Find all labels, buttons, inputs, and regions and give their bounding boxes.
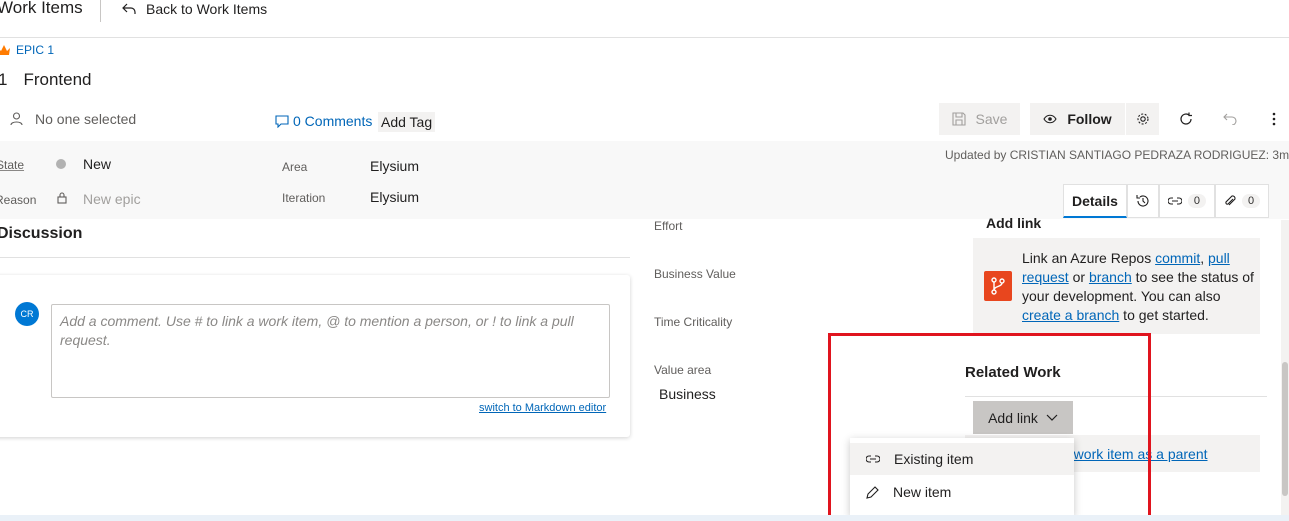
lock-icon [57, 192, 67, 204]
tab-details[interactable]: Details [1063, 184, 1127, 218]
paperclip-icon [1225, 195, 1236, 206]
avatar: CR [15, 302, 39, 326]
value-area-dropdown[interactable]: Business [659, 386, 716, 402]
work-item-tabs: Details 0 0 [1063, 184, 1270, 218]
refresh-button[interactable] [1172, 103, 1200, 135]
reason-value: New epic [83, 191, 141, 207]
tab-attachments[interactable]: 0 [1215, 184, 1270, 218]
area-dropdown[interactable]: Elysium [370, 158, 419, 174]
attachments-count-badge: 0 [1242, 194, 1261, 208]
divider [0, 257, 630, 258]
page-title: Work Items [0, 0, 83, 17]
more-actions-button[interactable] [1260, 103, 1288, 135]
development-description: Link an Azure Repos commit, pull request… [1022, 249, 1258, 325]
time-criticality-label: Time Criticality [654, 315, 733, 329]
save-icon [951, 112, 966, 126]
updated-by-text: Updated by CRISTIAN SANTIAGO PEDRAZA ROD… [945, 148, 1289, 162]
work-item-title[interactable]: 1 Frontend [0, 70, 92, 90]
refresh-icon [1180, 112, 1192, 125]
comment-input[interactable]: Add a comment. Use # to link a work item… [51, 304, 610, 398]
follow-label: Follow [1067, 111, 1112, 127]
switch-markdown-link[interactable]: switch to Markdown editor [479, 402, 606, 414]
undo-button[interactable] [1216, 103, 1244, 135]
state-dropdown[interactable]: New [83, 156, 111, 172]
tab-history[interactable] [1126, 184, 1159, 218]
more-vertical-icon [1272, 112, 1276, 126]
commit-link[interactable]: commit [1155, 250, 1200, 266]
assigned-to-field[interactable]: No one selected [10, 111, 136, 127]
history-icon [1136, 195, 1149, 207]
repos-icon [984, 271, 1012, 301]
comments-count: 0 Comments [293, 113, 373, 129]
links-count-badge: 0 [1187, 194, 1207, 208]
add-tag-button[interactable]: Add Tag [378, 112, 436, 132]
link-icon [1167, 197, 1182, 205]
value-area-label: Value area [654, 363, 712, 377]
work-item-type[interactable]: EPIC 1 [0, 43, 54, 57]
person-icon [10, 112, 23, 126]
work-item-title-text: Frontend [23, 70, 92, 89]
follow-settings-button[interactable] [1125, 103, 1159, 135]
iteration-dropdown[interactable]: Elysium [370, 189, 419, 205]
effort-label: Effort [654, 219, 683, 233]
back-to-work-items-link[interactable]: Back to Work Items [122, 1, 267, 17]
reason-label: Reason [0, 193, 37, 207]
assigned-to-value: No one selected [35, 111, 137, 127]
work-item-id: 1 [0, 70, 8, 89]
undo-icon [1223, 113, 1237, 125]
dev-text: , [1200, 250, 1208, 266]
comments-link[interactable]: 0 Comments [275, 113, 372, 129]
bottom-edge [0, 515, 1289, 521]
divider [100, 0, 101, 22]
back-arrow-icon [122, 3, 136, 14]
dev-text: Link an Azure Repos [1022, 250, 1156, 266]
follow-button[interactable]: Follow [1030, 103, 1125, 135]
back-label: Back to Work Items [146, 1, 268, 17]
area-label: Area [282, 160, 308, 174]
work-item-type-label: EPIC 1 [16, 43, 55, 57]
highlight-box [828, 333, 1151, 519]
tab-links[interactable]: 0 [1158, 184, 1216, 218]
development-add-link[interactable]: Add link [986, 215, 1041, 231]
scrollbar-thumb[interactable] [1282, 362, 1288, 496]
branch-link[interactable]: branch [1089, 269, 1132, 285]
create-branch-link[interactable]: create a branch [1022, 307, 1119, 323]
crown-icon [0, 44, 10, 55]
gear-icon [1136, 113, 1149, 125]
dev-text: or [1068, 269, 1089, 285]
state-dot-icon [56, 159, 66, 169]
state-label: State [0, 158, 25, 172]
save-label: Save [975, 111, 1008, 127]
dev-text: to get started. [1119, 307, 1209, 323]
comment-icon [275, 114, 289, 128]
save-button[interactable]: Save [939, 103, 1020, 135]
iteration-label: Iteration [282, 191, 326, 205]
eye-icon [1043, 114, 1057, 124]
business-value-label: Business Value [654, 267, 736, 281]
discussion-heading: Discussion [0, 225, 83, 242]
